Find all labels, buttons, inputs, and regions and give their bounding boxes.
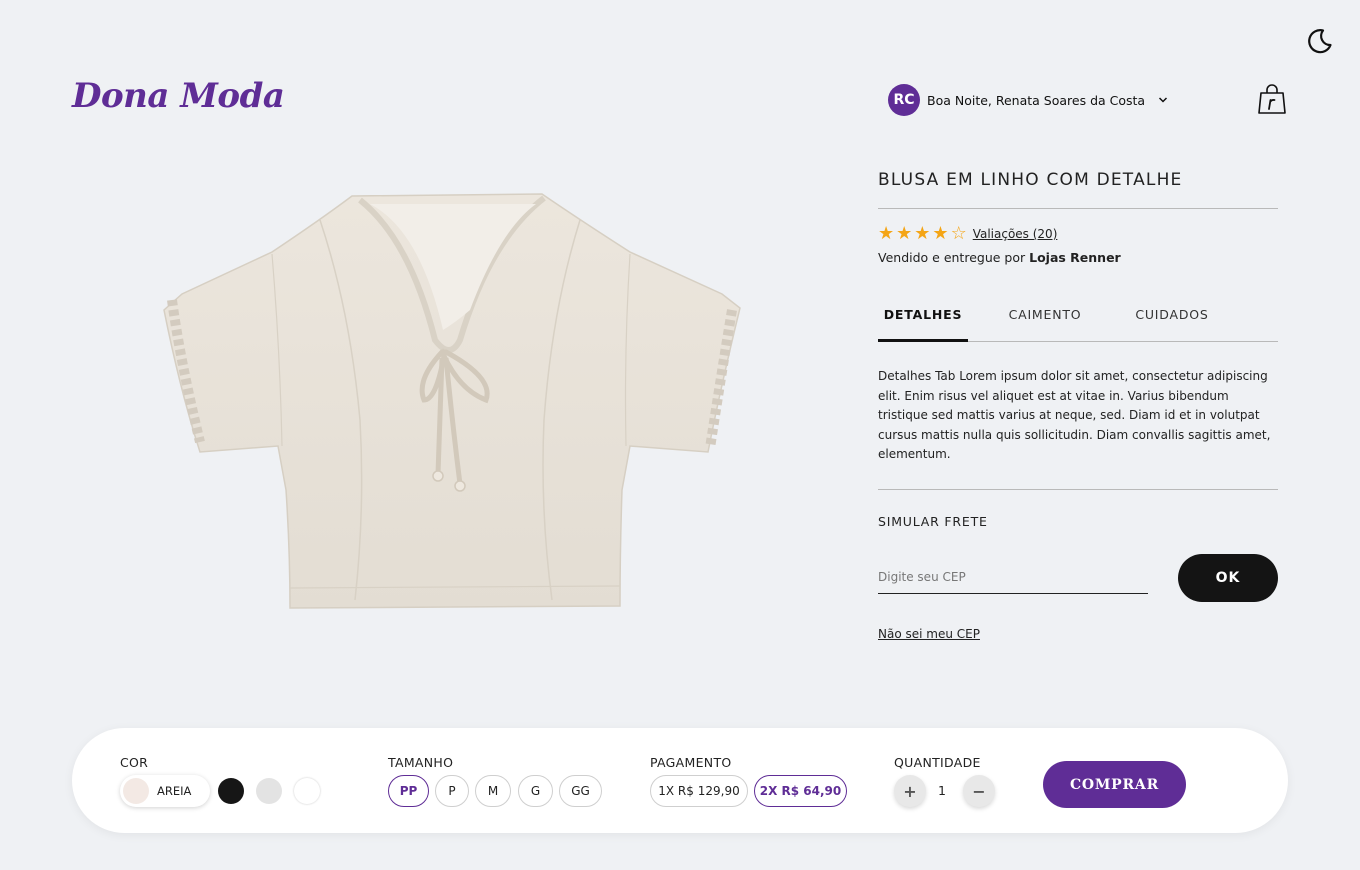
cep-input[interactable] xyxy=(878,561,1148,594)
product-info: BLUSA EM LINHO COM DETALHE ★ ★ ★ ★ ☆ Val… xyxy=(878,170,1278,642)
user-menu[interactable]: RC Boa Noite, Renata Soares da Costa xyxy=(888,84,1168,116)
star-filled-icon: ★ xyxy=(914,223,931,244)
moon-icon[interactable] xyxy=(1304,26,1334,56)
user-greeting: Boa Noite, Renata Soares da Costa xyxy=(927,92,1146,108)
size-label: TAMANHO xyxy=(388,755,454,770)
increase-quantity-button[interactable]: + xyxy=(894,775,926,807)
size-option-m[interactable]: M xyxy=(475,775,511,807)
avatar: RC xyxy=(888,84,920,116)
tab-caimento[interactable]: CAIMENTO xyxy=(968,303,1122,342)
seller-info: Vendido e entregue por Lojas Renner xyxy=(878,250,1278,265)
star-outline-icon: ☆ xyxy=(950,223,967,244)
star-filled-icon: ★ xyxy=(878,223,895,244)
seller-prefix: Vendido e entregue por xyxy=(878,250,1030,265)
color-swatch-black[interactable] xyxy=(218,778,244,804)
product-title: BLUSA EM LINHO COM DETALHE xyxy=(878,170,1278,209)
color-swatch-light-gray[interactable] xyxy=(256,778,282,804)
payment-option-1x[interactable]: 1X R$ 129,90 xyxy=(650,775,748,807)
size-option-pp[interactable]: PP xyxy=(388,775,429,807)
ok-button[interactable]: OK xyxy=(1178,553,1278,602)
rating-row: ★ ★ ★ ★ ☆ Valiações (20) xyxy=(878,225,1278,243)
size-option-g[interactable]: G xyxy=(518,775,553,807)
color-dot-areia xyxy=(123,778,149,804)
shopping-bag-icon[interactable] xyxy=(1257,84,1287,116)
tab-detalhes[interactable]: DETALHES xyxy=(878,303,968,342)
payment-option-2x[interactable]: 2X R$ 64,90 xyxy=(754,775,847,807)
quantity-value: 1 xyxy=(938,783,946,798)
product-tabs: DETALHES CAIMENTO CUIDADOS xyxy=(878,303,1278,342)
payment-label: PAGAMENTO xyxy=(650,755,732,770)
seller-name: Lojas Renner xyxy=(1029,250,1121,265)
shipping-row: OK xyxy=(878,553,1278,602)
reviews-link[interactable]: Valiações (20) xyxy=(973,227,1058,241)
brand-logo[interactable]: Dona Moda xyxy=(72,76,285,116)
linen-blouse-image xyxy=(163,193,741,609)
size-option-gg[interactable]: GG xyxy=(559,775,602,807)
size-option-p[interactable]: P xyxy=(435,775,469,807)
no-cep-link[interactable]: Não sei meu CEP xyxy=(878,627,980,641)
color-swatch-selected[interactable]: AREIA xyxy=(120,775,210,807)
star-filled-icon: ★ xyxy=(932,223,949,244)
tab-content: Detalhes Tab Lorem ipsum dolor sit amet,… xyxy=(878,367,1278,490)
decrease-quantity-button[interactable]: − xyxy=(963,775,995,807)
tab-cuidados[interactable]: CUIDADOS xyxy=(1122,303,1222,342)
purchase-bar: COR AREIA TAMANHO PP P M G GG PAGAMENTO … xyxy=(72,728,1288,833)
chevron-down-icon xyxy=(1159,97,1168,103)
color-label: COR xyxy=(120,755,149,770)
star-filled-icon: ★ xyxy=(896,223,913,244)
shipping-label: SIMULAR FRETE xyxy=(878,513,988,529)
rating-stars: ★ ★ ★ ★ ☆ xyxy=(878,225,967,243)
color-name: AREIA xyxy=(157,784,192,798)
quantity-label: QUANTIDADE xyxy=(894,755,981,770)
color-swatch-white[interactable] xyxy=(294,778,320,804)
buy-button[interactable]: COMPRAR xyxy=(1043,761,1186,808)
